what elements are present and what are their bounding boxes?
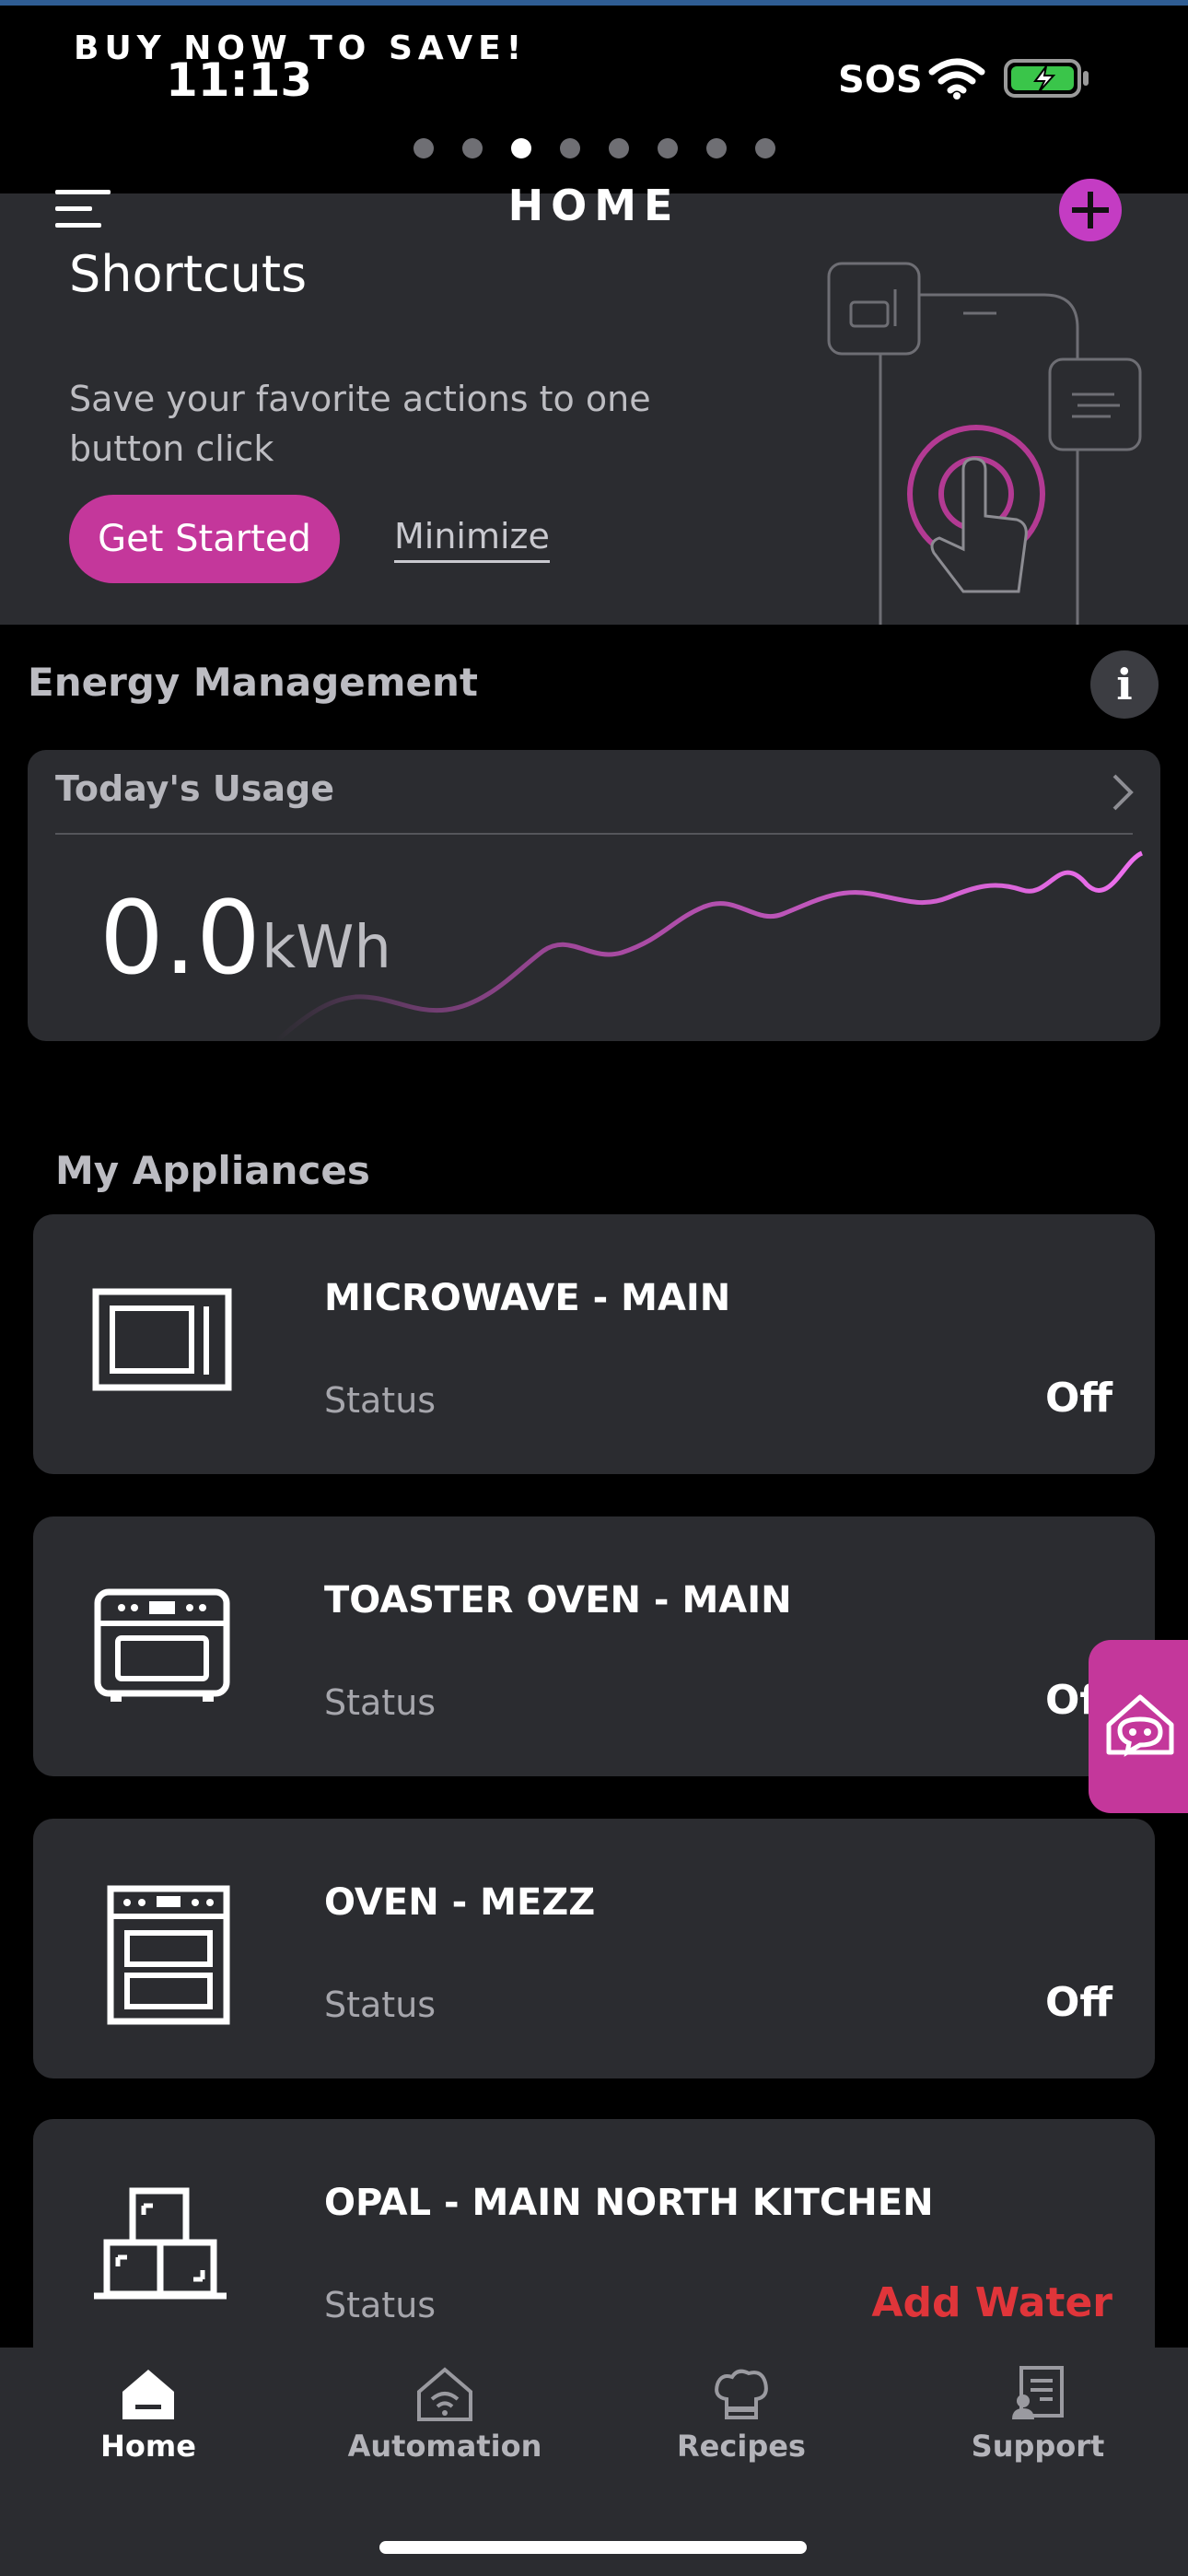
appliance-name: MICROWAVE - MAIN [324, 1277, 731, 1319]
appliance-status-label: Status [324, 1380, 437, 1421]
tab-label: Home [100, 2429, 196, 2464]
tab-recipes[interactable]: Recipes [593, 2348, 890, 2495]
home-indicator[interactable] [379, 2541, 807, 2554]
microwave-icon [92, 1288, 232, 1391]
ice-maker-icon [94, 2187, 227, 2300]
wifi-icon [928, 58, 985, 100]
tab-home[interactable]: Home [0, 2348, 297, 2495]
page-dot[interactable] [559, 138, 580, 158]
page-dot[interactable] [705, 138, 727, 158]
page-dot-active[interactable] [510, 138, 531, 158]
status-carrier: SOS [838, 59, 923, 101]
tab-label: Automation [347, 2429, 542, 2464]
chat-bot-icon [1106, 1694, 1174, 1757]
shortcuts-description: Save your favorite actions to one button… [69, 379, 651, 469]
appliance-status-value: Off [1044, 1375, 1112, 1422]
battery-charging-icon [1004, 59, 1089, 98]
chef-hat-icon [715, 2369, 768, 2419]
minimize-link[interactable]: Minimize [394, 516, 550, 563]
get-started-button[interactable]: Get Started [69, 495, 340, 583]
usage-card-title: Today's Usage [55, 768, 334, 809]
page-dot[interactable] [608, 138, 629, 158]
page-dot[interactable] [754, 138, 775, 158]
page-indicator[interactable] [0, 138, 1188, 158]
appliance-name: TOASTER OVEN - MAIN [324, 1579, 792, 1622]
appliance-status-label: Status [324, 2285, 437, 2325]
page-dot[interactable] [461, 138, 483, 158]
energy-management-title: Energy Management [28, 660, 479, 705]
add-button[interactable] [1059, 179, 1122, 241]
tab-support[interactable]: Support [890, 2348, 1186, 2495]
tab-label: Support [971, 2429, 1105, 2464]
appliance-status-value: Off [1044, 1979, 1112, 2026]
support-icon [1012, 2366, 1064, 2419]
appliance-card-oven[interactable]: OVEN - MEZZ Status Off [33, 1819, 1155, 2078]
page-dot[interactable] [657, 138, 678, 158]
automation-icon [417, 2367, 472, 2421]
page-dot[interactable] [413, 138, 434, 158]
usage-value: 0.0 [99, 879, 261, 997]
appliance-card-toaster-oven[interactable]: TOASTER OVEN - MAIN Status Off [33, 1516, 1155, 1776]
oven-icon [107, 1885, 230, 2025]
toaster-oven-icon [94, 1588, 230, 1702]
appliance-name: OPAL - MAIN NORTH KITCHEN [324, 2182, 934, 2224]
chevron-right-icon[interactable] [1109, 772, 1136, 813]
appliance-status-value: Add Water [871, 2279, 1112, 2326]
shortcuts-title: Shortcuts [69, 245, 308, 303]
info-button[interactable]: i [1090, 650, 1159, 719]
my-appliances-title: My Appliances [55, 1148, 370, 1193]
page-title: HOME [507, 181, 681, 230]
tab-label: Recipes [677, 2429, 806, 2464]
tab-automation[interactable]: Automation [297, 2348, 593, 2495]
home-icon [122, 2370, 174, 2419]
appliance-status-label: Status [324, 1682, 437, 1723]
usage-divider [55, 833, 1133, 835]
appliance-card-opal[interactable]: OPAL - MAIN NORTH KITCHEN Status Add Wat… [33, 2119, 1155, 2359]
top-accent-line [0, 0, 1188, 6]
status-time: 11:13 [166, 53, 313, 107]
todays-usage-card[interactable]: Today's Usage 0.0 kWh [28, 750, 1160, 1041]
appliance-card-microwave[interactable]: MICROWAVE - MAIN Status Off [33, 1214, 1155, 1474]
appliance-status-label: Status [324, 1985, 437, 2025]
chat-assistant-button[interactable] [1089, 1640, 1188, 1813]
appliance-name: OVEN - MEZZ [324, 1881, 596, 1924]
usage-unit: kWh [262, 914, 391, 982]
phone-tap-illustration-icon [827, 262, 1142, 625]
